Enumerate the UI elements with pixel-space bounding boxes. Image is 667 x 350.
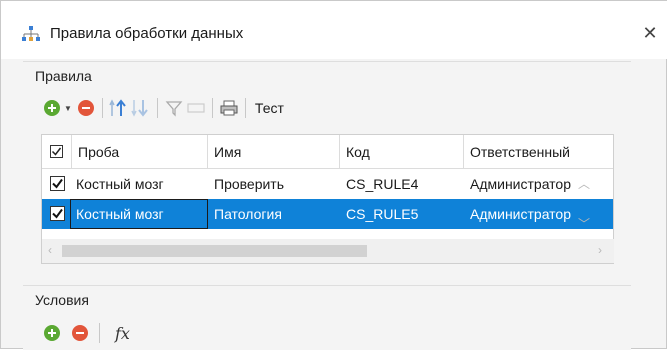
add-icon (44, 325, 60, 341)
rules-toolbar: ▼ Тест (41, 96, 284, 120)
scroll-down-icon[interactable]: ﹀ (578, 215, 590, 232)
rules-dialog: Правила обработки данных ✕ Правила ▼ Тес… (0, 0, 667, 350)
scroll-right-icon[interactable]: › (598, 243, 602, 257)
row-checkbox[interactable] (50, 176, 65, 191)
formula-button[interactable]: fx (115, 324, 130, 343)
column-header-owner[interactable]: Ответственный (464, 135, 613, 169)
select-all-checkbox[interactable] (50, 145, 63, 158)
move-up-button[interactable] (108, 97, 130, 119)
rules-group-title: Правила (35, 68, 92, 84)
cell-name: Проверить (214, 176, 285, 192)
column-header-name[interactable]: Имя (208, 135, 340, 169)
test-button[interactable]: Тест (255, 100, 284, 116)
conditions-group-title: Условия (35, 292, 89, 308)
column-header-sample[interactable]: Проба (72, 135, 208, 169)
remove-icon (77, 100, 94, 116)
toolbar-separator (156, 98, 158, 118)
toolbar-separator (244, 98, 246, 118)
table-row-selected[interactable]: Костный мозг Патология CS_RULE5 Админист… (42, 199, 613, 229)
select-all-header[interactable] (42, 135, 72, 169)
add-condition-button[interactable] (41, 322, 63, 344)
add-rule-button[interactable] (41, 97, 63, 119)
grid-horizontal-scrollbar[interactable]: ‹ › (42, 239, 614, 263)
filter-icon (165, 101, 183, 117)
cell-code: CS_RULE4 (346, 176, 419, 192)
cell-sample: Костный мозг (76, 176, 164, 192)
table-row[interactable]: Костный мозг Проверить CS_RULE4 Админист… (42, 169, 613, 199)
add-icon (44, 100, 60, 116)
remove-condition-button[interactable] (69, 322, 91, 344)
close-icon: ✕ (642, 22, 658, 43)
move-up-icon (109, 99, 126, 116)
title-bar: Правила обработки данных ✕ (1, 1, 667, 59)
scroll-up-icon[interactable]: ︿ (578, 175, 590, 192)
scroll-left-icon[interactable]: ‹ (48, 243, 52, 257)
conditions-toolbar: fx (41, 320, 130, 346)
add-dropdown-icon[interactable]: ▼ (64, 104, 72, 113)
conditions-group: Условия fx (23, 285, 631, 350)
print-button[interactable] (218, 97, 240, 119)
column-header-code[interactable]: Код (340, 135, 464, 169)
clear-icon (187, 103, 205, 113)
clear-filter-button[interactable] (185, 97, 207, 119)
remove-rule-button[interactable] (75, 97, 97, 119)
toolbar-separator (211, 98, 213, 118)
remove-icon (72, 325, 88, 341)
move-down-button[interactable] (130, 97, 152, 119)
print-icon (220, 100, 238, 116)
cell-sample: Костный мозг (70, 199, 208, 229)
grid-header: Проба Имя Код Ответственный (42, 135, 613, 169)
filter-button[interactable] (163, 97, 185, 119)
toolbar-separator (101, 98, 103, 118)
data-rules-icon (21, 25, 41, 43)
toolbar-separator (99, 323, 100, 343)
horizontal-scroll-thumb[interactable] (62, 245, 367, 257)
close-button[interactable]: ✕ (637, 19, 663, 47)
move-down-icon (131, 100, 148, 117)
row-checkbox[interactable] (50, 206, 65, 221)
window-title: Правила обработки данных (50, 25, 244, 42)
cell-name: Патология (214, 206, 282, 222)
cell-code: CS_RULE5 (346, 206, 419, 222)
